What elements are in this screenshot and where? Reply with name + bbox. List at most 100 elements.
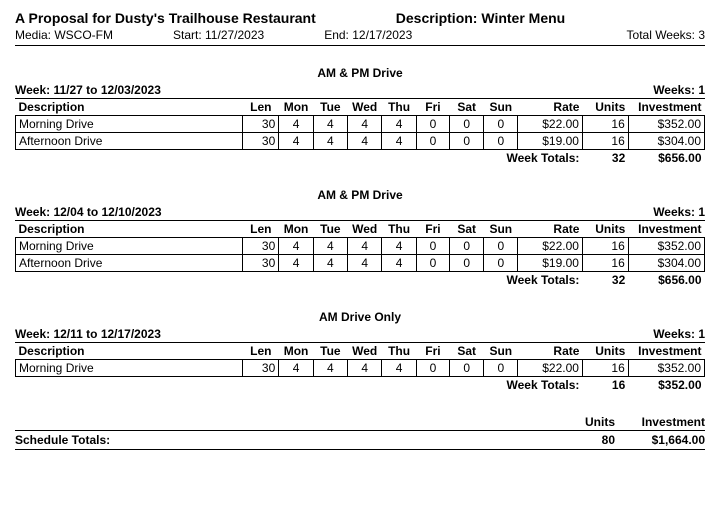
schedule-table: DescriptionLenMonTueWedThuFriSatSunRateU… <box>15 221 705 288</box>
schedule-table: DescriptionLenMonTueWedThuFriSatSunRateU… <box>15 343 705 393</box>
cell-mon: 4 <box>279 133 314 150</box>
cell-desc: Morning Drive <box>16 238 243 255</box>
week-totals-inv: $656.00 <box>628 150 704 167</box>
cell-fri: 0 <box>416 116 450 133</box>
cell-sat: 0 <box>450 360 484 377</box>
cell-sat: 0 <box>450 116 484 133</box>
col-description: Description <box>16 99 243 116</box>
week-range: Week: 11/27 to 12/03/2023 <box>15 83 161 97</box>
cell-desc: Afternoon Drive <box>16 255 243 272</box>
title-row: A Proposal for Dusty's Trailhouse Restau… <box>15 10 705 26</box>
cell-units: 16 <box>582 238 628 255</box>
cell-tue: 4 <box>313 360 347 377</box>
end-label: End: 12/17/2023 <box>324 28 412 42</box>
cell-units: 16 <box>582 133 628 150</box>
col-sat: Sat <box>450 343 484 360</box>
footer-inv-hdr: Investment <box>625 415 705 429</box>
cell-len: 30 <box>243 360 279 377</box>
cell-thu: 4 <box>382 360 416 377</box>
col-rate: Rate <box>518 99 583 116</box>
media-label: Media: WSCO-FM <box>15 28 113 42</box>
footer-header: Units Investment <box>15 415 705 431</box>
col-fri: Fri <box>416 99 450 116</box>
section-title: AM & PM Drive <box>15 66 705 80</box>
cell-tue: 4 <box>313 255 347 272</box>
table-row: Morning Drive304444000$22.0016$352.00 <box>16 116 705 133</box>
col-len: Len <box>243 99 279 116</box>
week-totals-units: 32 <box>582 272 628 289</box>
col-units: Units <box>582 221 628 238</box>
cell-thu: 4 <box>382 238 416 255</box>
col-mon: Mon <box>279 99 314 116</box>
cell-tue: 4 <box>313 238 347 255</box>
cell-tue: 4 <box>313 133 347 150</box>
section-title: AM Drive Only <box>15 310 705 324</box>
cell-mon: 4 <box>279 116 314 133</box>
week-totals-row: Week Totals:16$352.00 <box>16 377 705 394</box>
week-row: Week: 11/27 to 12/03/2023 Weeks: 1 <box>15 83 705 99</box>
cell-fri: 0 <box>416 133 450 150</box>
schedule-totals-units: 80 <box>565 433 615 447</box>
col-wed: Wed <box>347 221 382 238</box>
cell-rate: $22.00 <box>518 360 583 377</box>
cell-mon: 4 <box>279 255 314 272</box>
cell-inv: $304.00 <box>628 133 704 150</box>
week-totals-label: Week Totals: <box>16 377 583 394</box>
col-mon: Mon <box>279 221 314 238</box>
cell-len: 30 <box>243 116 279 133</box>
cell-units: 16 <box>582 116 628 133</box>
cell-fri: 0 <box>416 255 450 272</box>
cell-desc: Morning Drive <box>16 116 243 133</box>
cell-rate: $19.00 <box>518 255 583 272</box>
schedule-totals-inv: $1,664.00 <box>625 433 705 447</box>
schedule-section: AM & PM DriveWeek: 11/27 to 12/03/2023We… <box>15 66 705 166</box>
cell-sun: 0 <box>484 360 518 377</box>
cell-sun: 0 <box>484 255 518 272</box>
col-tue: Tue <box>313 99 347 116</box>
week-row: Week: 12/04 to 12/10/2023 Weeks: 1 <box>15 205 705 221</box>
weeks-label: Weeks: 1 <box>653 205 705 219</box>
schedule-section: AM Drive Only Week: 12/11 to 12/17/2023We… <box>15 310 705 393</box>
cell-wed: 4 <box>347 116 382 133</box>
cell-inv: $352.00 <box>628 360 704 377</box>
col-tue: Tue <box>313 221 347 238</box>
col-sat: Sat <box>450 221 484 238</box>
cell-rate: $22.00 <box>518 116 583 133</box>
col-mon: Mon <box>279 343 314 360</box>
col-sun: Sun <box>484 221 518 238</box>
week-totals-row: Week Totals:32$656.00 <box>16 150 705 167</box>
table-row: Afternoon Drive304444000$19.0016$304.00 <box>16 133 705 150</box>
col-fri: Fri <box>416 343 450 360</box>
cell-len: 30 <box>243 255 279 272</box>
cell-sat: 0 <box>450 238 484 255</box>
cell-wed: 4 <box>347 238 382 255</box>
schedule-section: AM & PM DriveWeek: 12/04 to 12/10/2023We… <box>15 188 705 288</box>
meta-row: Media: WSCO-FM Start: 11/27/2023 End: 12… <box>15 28 705 46</box>
week-totals-units: 16 <box>582 377 628 394</box>
cell-sun: 0 <box>484 116 518 133</box>
col-thu: Thu <box>382 221 416 238</box>
col-wed: Wed <box>347 99 382 116</box>
col-len: Len <box>243 343 279 360</box>
week-range: Week: 12/04 to 12/10/2023 <box>15 205 162 219</box>
week-totals-label: Week Totals: <box>16 150 583 167</box>
week-totals-row: Week Totals:32$656.00 <box>16 272 705 289</box>
schedule-totals-row: Schedule Totals: 80 $1,664.00 <box>15 431 705 450</box>
schedule-table: DescriptionLenMonTueWedThuFriSatSunRateU… <box>15 99 705 166</box>
footer-units-hdr: Units <box>565 415 615 429</box>
week-totals-label: Week Totals: <box>16 272 583 289</box>
cell-fri: 0 <box>416 360 450 377</box>
cell-sat: 0 <box>450 133 484 150</box>
weeks-label: Weeks: 1 <box>653 83 705 97</box>
col-sun: Sun <box>484 343 518 360</box>
col-units: Units <box>582 99 628 116</box>
cell-sat: 0 <box>450 255 484 272</box>
cell-thu: 4 <box>382 255 416 272</box>
col-rate: Rate <box>518 343 583 360</box>
section-title: AM & PM Drive <box>15 188 705 202</box>
cell-inv: $352.00 <box>628 116 704 133</box>
week-row: Week: 12/11 to 12/17/2023Weeks: 1 <box>15 327 705 343</box>
col-sun: Sun <box>484 99 518 116</box>
cell-desc: Morning Drive <box>16 360 243 377</box>
col-description: Description <box>16 221 243 238</box>
